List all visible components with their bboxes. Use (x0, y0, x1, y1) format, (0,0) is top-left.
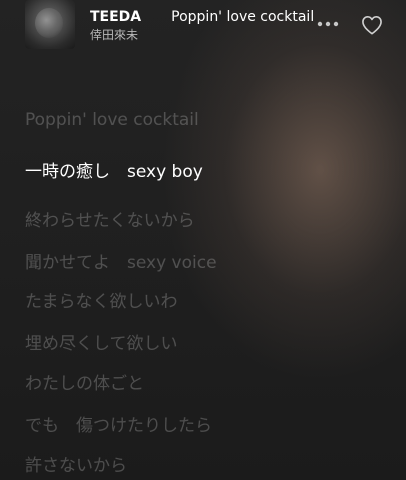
lyric-line-current[interactable]: 一時の癒し sexy boy (25, 160, 203, 184)
more-button[interactable] (316, 12, 340, 36)
lyric-line[interactable]: 聞かせてよ sexy voice (25, 251, 217, 275)
song-title: Poppin' love cocktail (171, 9, 315, 25)
lyric-line[interactable]: わたしの体ごと (25, 372, 144, 396)
more-icon (317, 21, 339, 27)
lyric-line[interactable]: 終わらせたくないから (25, 209, 195, 233)
lyric-line[interactable]: たまらなく欲しいわ (25, 290, 178, 314)
heart-icon (362, 15, 382, 35)
lyric-line[interactable]: Poppin' love cocktail (25, 108, 199, 132)
artist-short-label: TEEDA (90, 9, 142, 25)
favorite-button[interactable] (359, 12, 385, 38)
lyric-line[interactable]: 許さないから (25, 454, 127, 478)
background (0, 0, 406, 480)
now-playing-header: TEEDA Poppin' love cocktail 倖田來未 (0, 0, 406, 52)
lyric-line[interactable]: でも 傷つけたりしたら (25, 414, 212, 438)
artwork-figure (35, 8, 63, 38)
track-info[interactable]: TEEDA Poppin' love cocktail 倖田來未 (90, 8, 316, 43)
lyric-line[interactable]: 埋め尽くして欲しい (25, 332, 178, 356)
artist-name: 倖田來未 (90, 28, 139, 42)
album-artwork[interactable] (25, 0, 75, 49)
title-row: TEEDA Poppin' love cocktail (90, 8, 316, 26)
